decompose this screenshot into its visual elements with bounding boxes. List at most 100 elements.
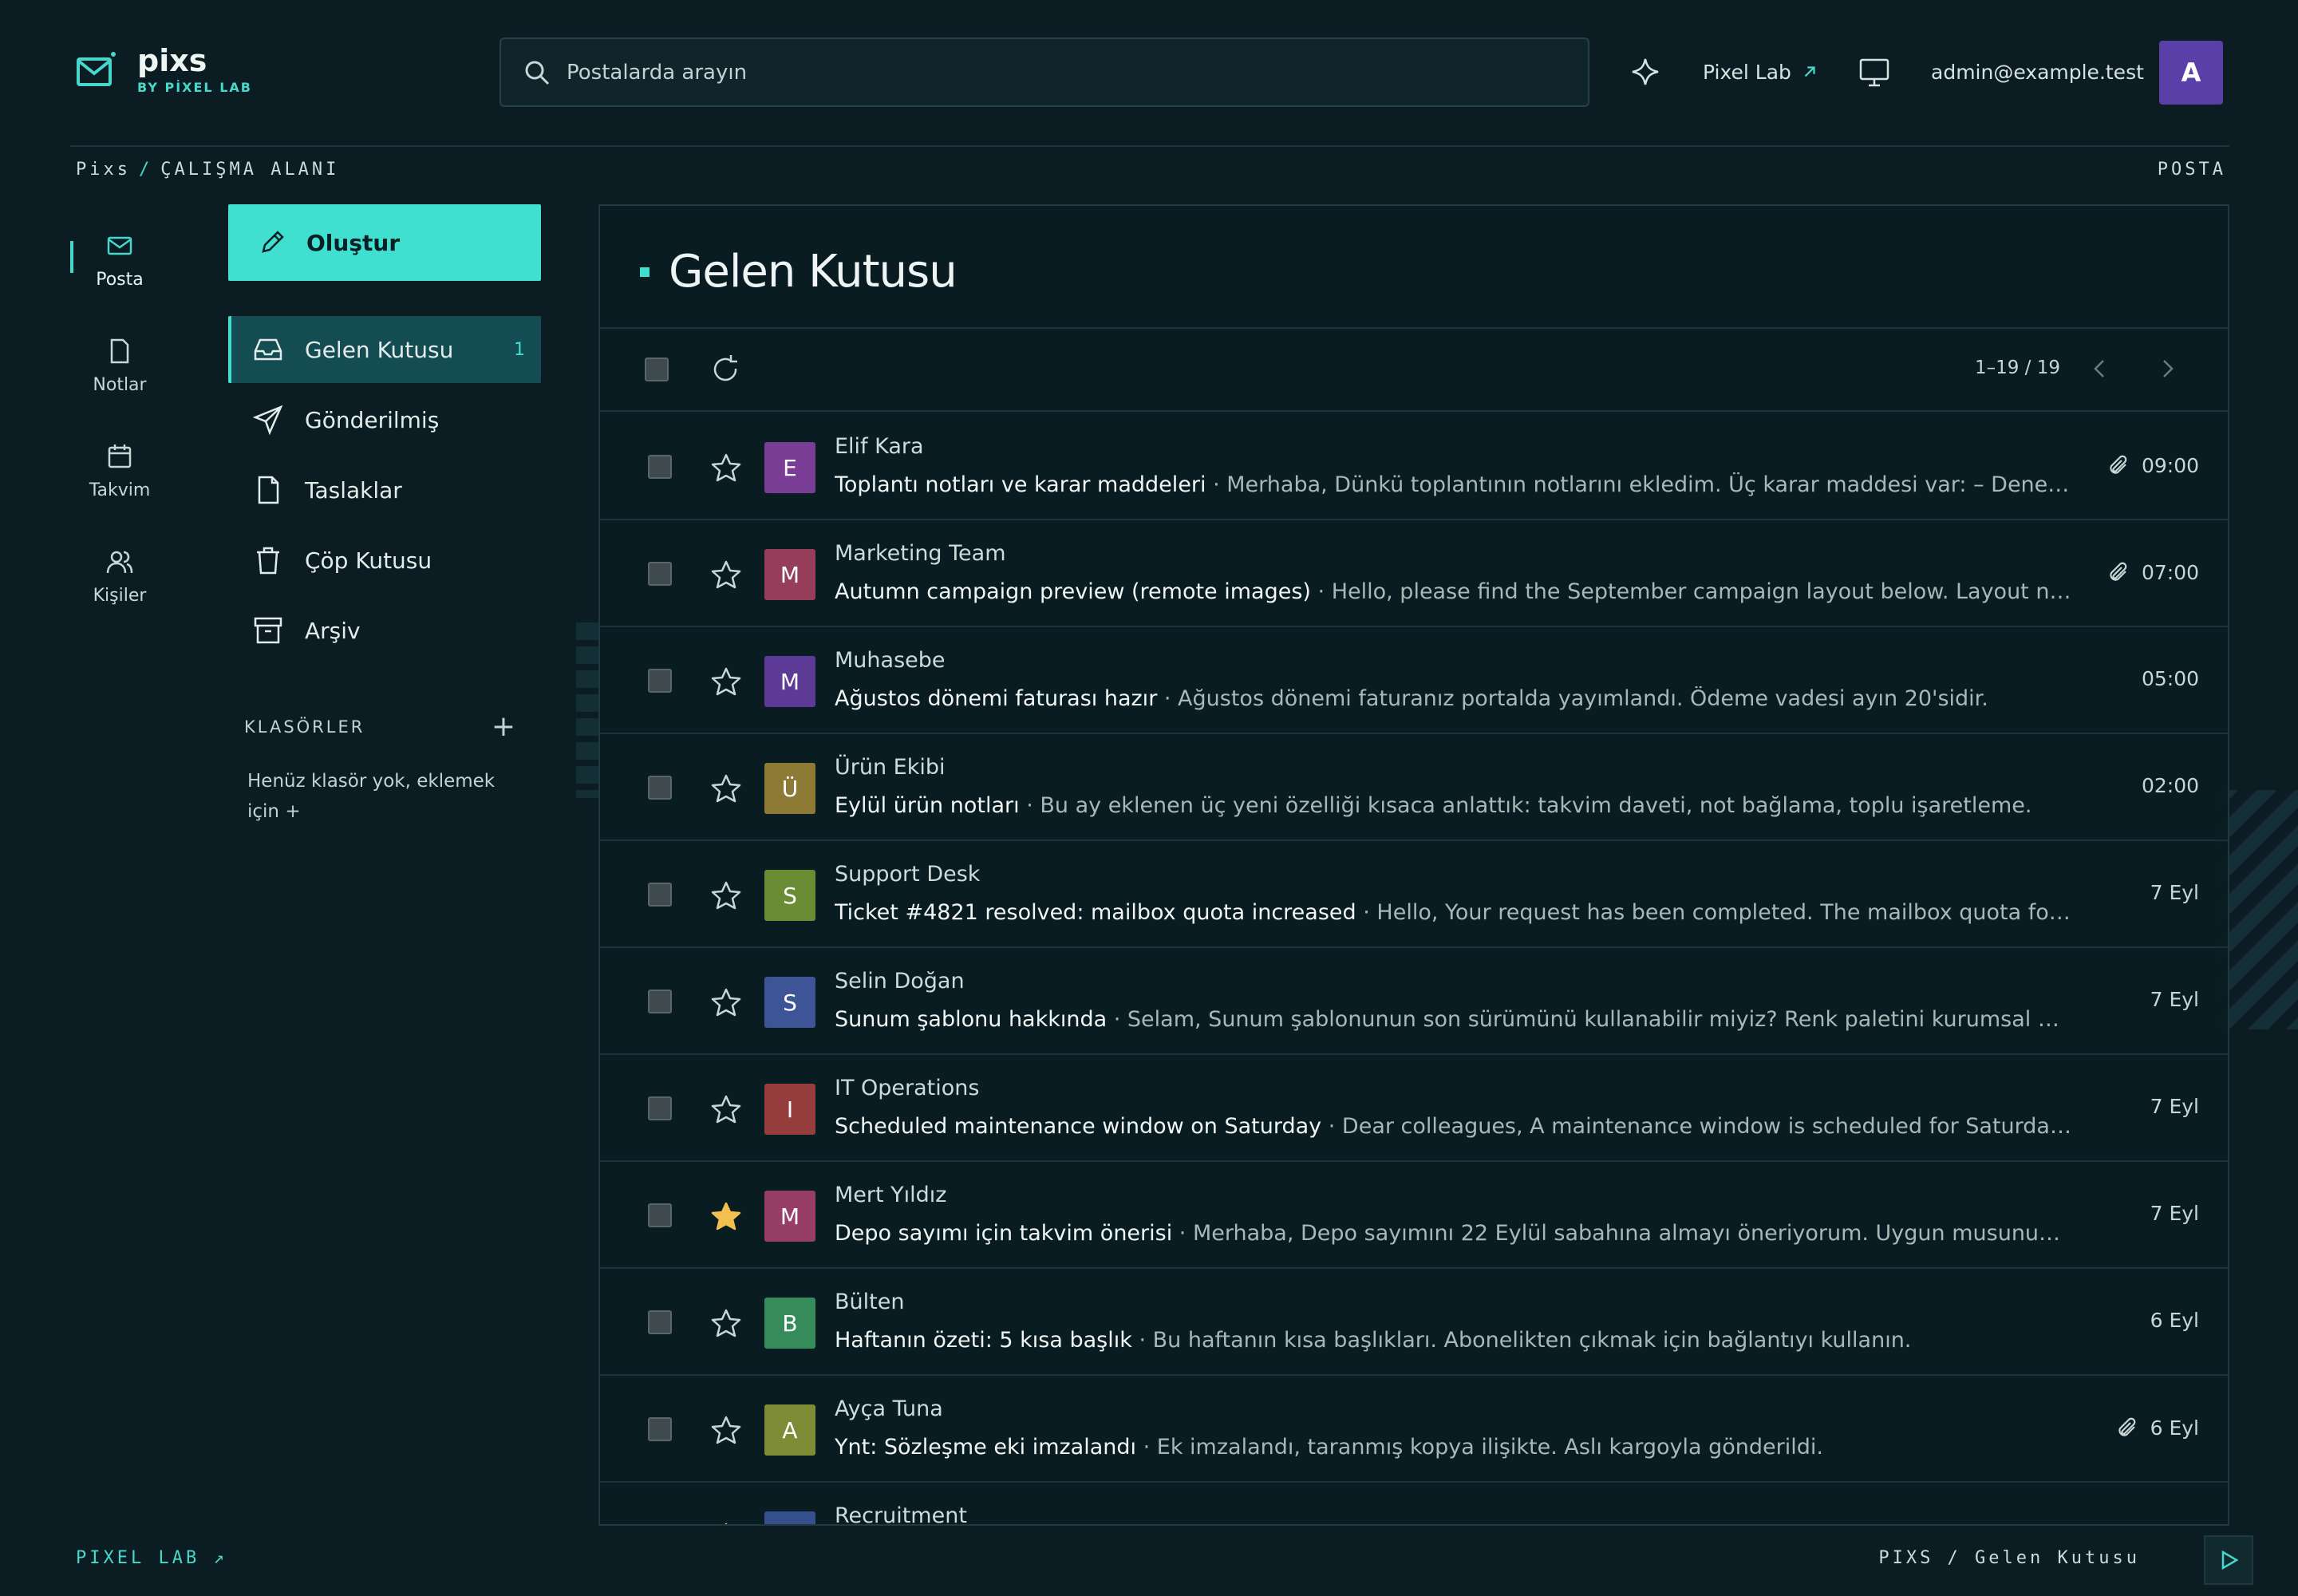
search-bar[interactable] <box>499 38 1589 107</box>
folder-label: Gelen Kutusu <box>305 336 454 363</box>
message-checkbox[interactable] <box>648 990 672 1013</box>
sender-avatar: M <box>764 1191 815 1242</box>
page-title: Gelen Kutusu <box>669 246 958 298</box>
brand-subtitle: BY PİXEL LAB <box>137 80 252 95</box>
message-checkbox[interactable] <box>648 883 672 907</box>
play-icon <box>2221 1550 2239 1570</box>
message-row[interactable]: S Support Desk Ticket #4821 resolved: mail… <box>600 841 2228 948</box>
message-checkbox[interactable] <box>648 1310 672 1334</box>
star-icon[interactable] <box>710 1521 742 1526</box>
archive-icon <box>254 617 282 644</box>
message-checkbox[interactable] <box>648 1203 672 1227</box>
message-checkbox[interactable] <box>648 455 672 479</box>
message-row[interactable]: M Marketing Team Autumn campaign preview (… <box>600 520 2228 627</box>
folder-inbox[interactable]: Gelen Kutusu 1 <box>228 316 541 383</box>
account-email[interactable]: admin@example.test <box>1931 40 2144 104</box>
message-subject: Haftanın özeti: 5 kısa başlık <box>835 1328 1132 1353</box>
chevron-left-icon[interactable] <box>2084 353 2116 385</box>
message-row[interactable]: A Ayça Tuna Ynt: Sözleşme eki imzalandı · … <box>600 1376 2228 1483</box>
section-label: POSTA <box>2157 160 2226 180</box>
sender-name: Marketing Team <box>835 541 1006 566</box>
folders-section-header: KLASÖRLER + <box>244 710 515 743</box>
app-root: pixs BY PİXEL LAB Pixel Lab a <box>0 0 2298 1596</box>
star-icon[interactable] <box>710 772 742 804</box>
message-row[interactable]: I IT Operations Scheduled maintenance wind… <box>600 1055 2228 1162</box>
sender-avatar: R <box>764 1511 815 1524</box>
rail-item-contacts[interactable]: Kişiler <box>70 523 169 629</box>
folder-label: Arşiv <box>305 617 361 644</box>
star-icon[interactable] <box>710 1093 742 1125</box>
folder-label: Gönderilmiş <box>305 406 440 433</box>
star-icon[interactable] <box>710 559 742 591</box>
star-icon[interactable] <box>710 1307 742 1339</box>
star-icon[interactable] <box>710 452 742 484</box>
sender-avatar: S <box>764 870 815 921</box>
rail-item-mail[interactable]: Posta <box>70 207 169 313</box>
folder-archive[interactable]: Arşiv <box>228 597 541 664</box>
message-subject: Eylül ürün notları <box>835 793 1020 818</box>
rail-item-calendar[interactable]: Takvim <box>70 418 169 523</box>
compose-label: Oluştur <box>306 229 401 256</box>
breadcrumb-root[interactable]: Pixs <box>76 160 131 180</box>
message-preview: · Hello, Your request has been completed… <box>1363 900 2071 925</box>
message-checkbox[interactable] <box>648 776 672 800</box>
display-settings-button[interactable] <box>1856 40 1893 104</box>
inbox-icon <box>254 338 282 361</box>
message-meta: 09:00 <box>2106 453 2199 477</box>
user-avatar[interactable]: A <box>2159 41 2223 105</box>
message-time: 7 Eyl <box>2150 1202 2199 1225</box>
footer-pixel-lab-link[interactable]: PIXEL LAB ↗ <box>76 1548 227 1568</box>
message-checkbox[interactable] <box>648 1524 672 1526</box>
message-meta: 02:00 <box>2142 774 2199 797</box>
pagination-count: 1–19 / 19 <box>1974 358 2060 378</box>
star-icon[interactable] <box>710 986 742 1018</box>
search-icon <box>525 61 550 85</box>
search-input[interactable] <box>567 60 1524 85</box>
send-icon <box>252 405 283 436</box>
select-all-checkbox[interactable] <box>645 358 669 381</box>
message-row[interactable]: Ü Ürün Ekibi Eylül ürün notları · Bu ay ek… <box>600 734 2228 841</box>
folder-drafts[interactable]: Taslaklar <box>228 456 541 523</box>
compose-button[interactable]: Oluştur <box>228 204 541 281</box>
header-divider <box>70 145 2229 147</box>
message-checkbox[interactable] <box>648 562 672 586</box>
chevron-right-icon[interactable] <box>2151 353 2183 385</box>
add-folder-button[interactable]: + <box>492 710 515 743</box>
folder-label: Taslaklar <box>305 476 402 504</box>
play-button[interactable] <box>2204 1535 2253 1585</box>
title-marker <box>640 267 650 277</box>
star-icon[interactable] <box>710 1414 742 1446</box>
rail-item-notes[interactable]: Notlar <box>70 313 169 418</box>
star-icon[interactable] <box>710 1200 742 1232</box>
brand[interactable]: pixs BY PİXEL LAB <box>75 45 252 95</box>
monitor-icon <box>1859 58 1889 87</box>
mail-list-panel: Gelen Kutusu 1–19 / 19 E Elif Kara Toplant… <box>598 204 2229 1526</box>
message-row[interactable]: M Muhasebe Ağustos dönemi faturası hazır ·… <box>600 627 2228 734</box>
folder-trash[interactable]: Çöp Kutusu <box>228 527 541 594</box>
refresh-icon[interactable] <box>709 353 742 386</box>
message-time: 7 Eyl <box>2150 988 2199 1011</box>
star-icon[interactable] <box>710 879 742 911</box>
ai-assistant-button[interactable] <box>1628 40 1663 104</box>
message-row[interactable]: B Bülten Haftanın özeti: 5 kısa başlık · B… <box>600 1269 2228 1376</box>
message-checkbox[interactable] <box>648 669 672 693</box>
breadcrumb-current: ÇALIŞMA ALANI <box>160 160 340 180</box>
sender-avatar: S <box>764 977 815 1028</box>
message-row[interactable]: M Mert Yıldız Depo sayımı için takvim öner… <box>600 1162 2228 1269</box>
message-row[interactable]: R Recruitment <box>600 1483 2228 1526</box>
message-checkbox[interactable] <box>648 1417 672 1441</box>
message-row[interactable]: E Elif Kara Toplantı notları ve karar madd… <box>600 413 2228 520</box>
message-row[interactable]: S Selin Doğan Sunum şablonu hakkında · Sel… <box>600 948 2228 1055</box>
message-checkbox[interactable] <box>648 1096 672 1120</box>
message-preview: · Dear colleagues, A maintenance window … <box>1328 1114 2071 1139</box>
sender-avatar: B <box>764 1298 815 1349</box>
folder-sent[interactable]: Gönderilmiş <box>228 386 541 453</box>
star-icon[interactable] <box>710 666 742 697</box>
sender-name: Elif Kara <box>835 434 924 459</box>
folders-empty-state: Henüz klasör yok, eklemek için + <box>247 771 496 822</box>
rail-item-label: Posta <box>96 269 144 290</box>
rail-item-label: Kişiler <box>93 585 147 606</box>
message-summary: Toplantı notları ve karar maddeleri · Me… <box>835 472 2071 497</box>
mail-logo-icon <box>77 51 116 86</box>
pixel-lab-link[interactable]: Pixel Lab <box>1703 40 1818 104</box>
